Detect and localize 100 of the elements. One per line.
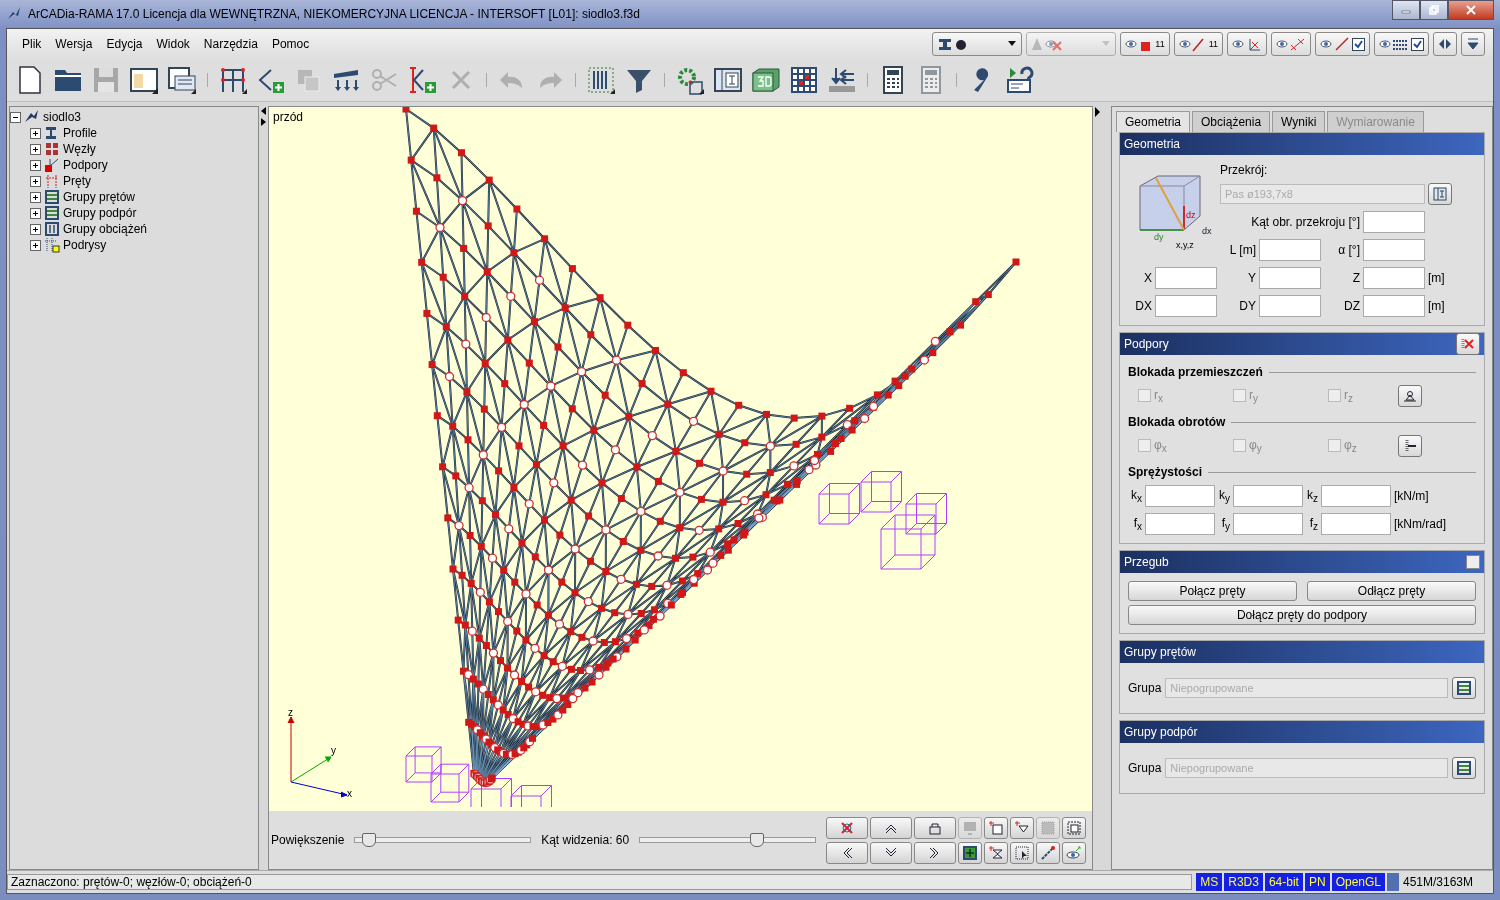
bar-visibility-toggle[interactable] <box>1315 32 1370 56</box>
checkbox[interactable] <box>1466 555 1480 569</box>
input-field[interactable] <box>1363 239 1425 261</box>
menu-item[interactable]: Pomoc <box>264 34 317 54</box>
menu-item[interactable]: Narzędzia <box>196 34 265 54</box>
node-numbers-toggle[interactable]: 11 <box>1120 32 1170 56</box>
input-field[interactable] <box>1363 211 1425 233</box>
line-icon[interactable] <box>1040 844 1056 861</box>
dimension-toggle[interactable] <box>1271 32 1311 56</box>
slider-thumb[interactable] <box>361 833 376 847</box>
document-icon[interactable] <box>166 64 198 96</box>
tab[interactable]: Obciążenia <box>1192 111 1271 132</box>
checkbox[interactable] <box>1328 389 1341 403</box>
expand-icon[interactable] <box>30 175 41 187</box>
tree-item[interactable]: Profile <box>63 126 97 140</box>
close-icon <box>1466 5 1476 15</box>
input-field[interactable] <box>1363 295 1425 317</box>
action-button[interactable]: Połącz pręty <box>1128 581 1297 601</box>
no-rotate-icon[interactable] <box>839 819 855 836</box>
grid-icon[interactable] <box>788 64 820 96</box>
section-view-dropdown[interactable] <box>932 32 1023 56</box>
status-badge: PN <box>1304 873 1330 891</box>
menu-item[interactable]: Plik <box>15 34 49 54</box>
remove-support-button[interactable] <box>1456 333 1480 355</box>
restore-button[interactable] <box>1420 0 1448 20</box>
menu-item[interactable]: Widok <box>149 34 197 54</box>
input-field[interactable] <box>1321 485 1391 507</box>
tree-item[interactable]: Węzły <box>63 142 96 156</box>
field-label: [kNm/rad] <box>1394 517 1447 531</box>
local-axes-toggle[interactable] <box>1227 32 1267 56</box>
expand-icon[interactable] <box>30 159 41 171</box>
pinned-support-button[interactable] <box>1398 385 1422 407</box>
eye-icon[interactable] <box>1066 844 1082 861</box>
close-button[interactable] <box>1448 0 1494 20</box>
tree-item[interactable]: Podpory <box>63 158 108 172</box>
field-label: f$_{y}$ <box>1220 515 1230 533</box>
menu-item[interactable]: Wersja <box>48 34 100 54</box>
select-icon[interactable] <box>1014 844 1030 861</box>
tree-item[interactable]: siodlo3 <box>43 110 82 124</box>
input-field[interactable] <box>1233 513 1303 535</box>
node-plus-icon[interactable] <box>988 819 1004 836</box>
expand-icon[interactable] <box>30 223 41 235</box>
fit-view-icon[interactable] <box>962 844 978 861</box>
input-field[interactable] <box>1259 267 1321 289</box>
help-icon[interactable] <box>1004 64 1036 96</box>
window-title: ArCADia-RAMA 17.0 Licencja dla WEWNĘTRZNA, NIEKOMERCYJNA LICENCJA - INTERSOFT [L01]: siodlo3.f3d <box>28 7 640 21</box>
split-view-button[interactable] <box>1433 32 1457 56</box>
hinge-plus-icon[interactable] <box>988 844 1004 861</box>
checkbox[interactable] <box>1352 37 1365 51</box>
frame-select-icon[interactable] <box>1066 819 1082 836</box>
input-field[interactable] <box>1155 295 1217 317</box>
checkbox[interactable] <box>1233 389 1246 403</box>
checkbox[interactable] <box>1328 439 1341 453</box>
field-label: [m] <box>1428 299 1446 313</box>
tab[interactable]: Wyniki <box>1272 111 1326 132</box>
input-field[interactable] <box>1233 485 1303 507</box>
input-field[interactable] <box>1259 295 1321 317</box>
input-field[interactable] <box>1145 513 1215 535</box>
bar-numbers-toggle[interactable]: 11 <box>1173 32 1223 56</box>
bar-plus-icon[interactable] <box>407 64 439 96</box>
expand-icon[interactable] <box>30 127 41 139</box>
expand-icon[interactable] <box>30 207 41 219</box>
checkbox[interactable] <box>1138 389 1151 403</box>
expand-icon[interactable] <box>30 143 41 155</box>
collapse-button[interactable] <box>1461 32 1485 56</box>
input-field[interactable] <box>1363 267 1425 289</box>
field-label: Grupa <box>1128 681 1162 695</box>
expand-icon[interactable] <box>30 239 41 251</box>
input-field[interactable] <box>1155 267 1217 289</box>
eye-bar-icon <box>1178 36 1207 52</box>
tree-item[interactable]: Grupy prętów <box>63 190 136 204</box>
bar-group-button[interactable] <box>1452 677 1476 699</box>
eye-dimension-icon <box>1276 36 1306 52</box>
action-button[interactable]: Dołącz pręty do podpory <box>1128 605 1476 625</box>
action-button[interactable]: Odłącz pręty <box>1307 581 1476 601</box>
expand-icon[interactable] <box>30 191 41 203</box>
grid-visibility-toggle[interactable] <box>1374 32 1429 56</box>
input-field[interactable] <box>1259 239 1321 261</box>
collapse-icon[interactable] <box>10 111 21 123</box>
checkbox[interactable] <box>1233 439 1246 453</box>
checkbox[interactable] <box>1411 37 1424 51</box>
field-label: Y <box>1247 271 1256 285</box>
tab[interactable]: Geometria <box>1116 111 1191 132</box>
columns-icon[interactable] <box>585 64 617 96</box>
support-icon <box>44 157 60 173</box>
tree-item[interactable]: Pręty <box>63 174 91 188</box>
field-label: k$_{z}$ <box>1306 487 1318 505</box>
minimize-button[interactable] <box>1392 0 1420 20</box>
input-field[interactable] <box>1321 513 1391 535</box>
menu-item[interactable]: Edycja <box>99 34 150 54</box>
section-library-button[interactable] <box>1428 183 1452 205</box>
tree-item[interactable]: Grupy obciążeń <box>63 222 148 236</box>
tree-item[interactable]: Grupy podpór <box>63 206 137 220</box>
slider-thumb[interactable] <box>749 833 764 847</box>
caret-icon <box>1007 41 1018 47</box>
fixed-support-button[interactable] <box>1398 435 1422 457</box>
input-field[interactable] <box>1145 485 1215 507</box>
tree-item[interactable]: Podrysy <box>63 238 107 252</box>
support-group-button[interactable] <box>1452 757 1476 779</box>
checkbox[interactable] <box>1138 439 1151 453</box>
